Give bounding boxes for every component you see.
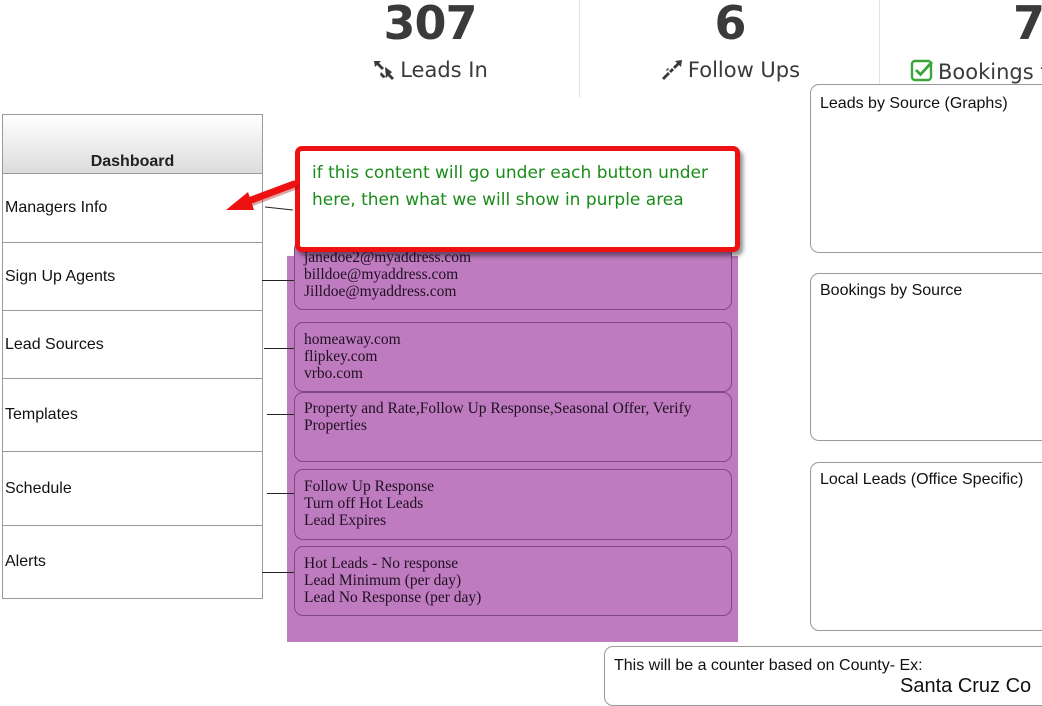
template-line: Property and Rate,Follow Up Response,Sea… <box>304 400 692 417</box>
follow-ups-label-row: Follow Ups <box>630 58 830 82</box>
nav-item-label: Sign Up Agents <box>5 267 116 285</box>
templates-box: Property and Rate,Follow Up Response,Sea… <box>294 392 732 462</box>
alert-line: Lead No Response (per day) <box>304 589 482 606</box>
nav-item-label: Lead Sources <box>5 335 104 353</box>
alert-line: Hot Leads - No response <box>304 555 459 572</box>
bookings-count: 7 <box>1013 0 1042 50</box>
leads-in-label: Leads In <box>400 58 488 82</box>
nav-item-schedule[interactable]: Schedule <box>3 451 262 525</box>
stat-divider <box>579 0 580 98</box>
stat-leads-in: 307 Leads In <box>330 0 530 98</box>
leads-by-source-panel: Leads by Source (Graphs) <box>810 84 1042 253</box>
nav-item-alerts[interactable]: Alerts <box>3 525 262 598</box>
leads-in-label-row: Leads In <box>330 58 530 82</box>
schedule-line: Turn off Hot Leads <box>304 495 424 512</box>
nav-item-templates[interactable]: Templates <box>3 378 262 451</box>
bookings-by-source-panel: Bookings by Source <box>810 273 1042 441</box>
connector-line <box>262 280 294 281</box>
nav-item-label: Alerts <box>5 553 46 570</box>
nav-item-label: Schedule <box>5 479 72 497</box>
connector-line <box>262 572 294 573</box>
source-line: homeaway.com <box>304 331 401 348</box>
schedule-line: Lead Expires <box>304 512 387 529</box>
bookings-label: Bookings f <box>938 60 1042 84</box>
nav-item-label: Templates <box>5 406 78 423</box>
follow-ups-icon <box>661 60 682 80</box>
panel-title: This will be a counter based on County- … <box>614 657 923 674</box>
local-leads-panel: Local Leads (Office Specific) <box>810 462 1042 631</box>
source-line: vrbo.com <box>304 365 363 382</box>
alerts-box: Hot Leads - No response Lead Minimum (pe… <box>294 546 732 616</box>
schedule-box: Follow Up Response Turn off Hot Leads Le… <box>294 469 732 540</box>
leads-in-icon <box>374 61 395 80</box>
county-counter-panel: This will be a counter based on County- … <box>604 646 1042 706</box>
template-line: Properties <box>304 417 367 434</box>
nav-item-lead-sources[interactable]: Lead Sources <box>3 310 262 378</box>
dashboard-title: Dashboard <box>3 115 262 174</box>
panel-title: Leads by Source (Graphs) <box>820 95 1008 112</box>
annotation-callout: if this content will go under each butto… <box>295 146 740 252</box>
email-line: billdoe@myaddress.com <box>304 266 459 283</box>
connector-line <box>267 493 294 494</box>
follow-ups-count: 6 <box>714 0 746 50</box>
connector-line <box>267 414 294 415</box>
lead-sources-box: homeaway.com flipkey.com vrbo.com <box>294 322 732 392</box>
nav-item-label: Managers Info <box>5 199 108 216</box>
stat-follow-ups: 6 Follow Ups <box>630 0 830 98</box>
bookings-label-row: Bookings f <box>910 58 1042 84</box>
connector-line <box>264 348 294 349</box>
follow-ups-label: Follow Ups <box>687 58 801 82</box>
leads-in-count: 307 <box>383 0 477 50</box>
email-line: Jilldoe@myaddress.com <box>304 283 457 300</box>
county-name: Santa Cruz Co <box>900 675 1032 697</box>
nav-item-sign-up-agents[interactable]: Sign Up Agents <box>3 242 262 310</box>
panel-title: Local Leads (Office Specific) <box>820 471 1024 488</box>
red-arrow-icon <box>226 180 300 210</box>
schedule-line: Follow Up Response <box>304 478 435 495</box>
alert-line: Lead Minimum (per day) <box>304 572 462 589</box>
checkbox-icon <box>910 59 934 82</box>
panel-title: Bookings by Source <box>820 282 963 299</box>
source-line: flipkey.com <box>304 348 378 365</box>
